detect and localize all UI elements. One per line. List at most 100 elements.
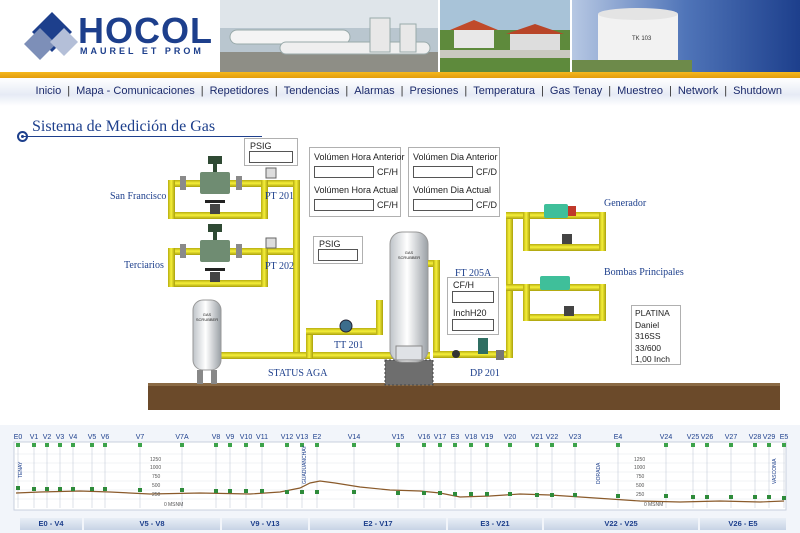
nav-gas-tenay[interactable]: Gas Tenay [550, 85, 602, 97]
station-label-e0[interactable]: E0 [14, 434, 23, 441]
header: HOCOL MAUREL ET PROM TK 103 [0, 0, 800, 72]
volume-day-box: Volúmen Dia Anterior CF/D Volúmen Dia Ac… [408, 147, 500, 217]
station-label-v22[interactable]: V22 [546, 434, 558, 441]
nav-temperatura[interactable]: Temperatura [473, 85, 535, 97]
station-label-v13[interactable]: V13 [296, 434, 308, 441]
station-top-marker [535, 443, 539, 447]
psig-label-1: PSIG [250, 141, 272, 151]
station-label-e4[interactable]: E4 [614, 434, 623, 441]
segment-e2-v17[interactable]: E2 - V17 [310, 518, 446, 530]
nav-repetidores[interactable]: Repetidores [210, 85, 269, 97]
station-top-marker [58, 443, 62, 447]
station-label-v3[interactable]: V3 [56, 434, 65, 441]
station-top-marker [71, 443, 75, 447]
station-label-v28[interactable]: V28 [749, 434, 761, 441]
station-label-v24[interactable]: V24 [660, 434, 672, 441]
scale-right-250: 250 [636, 492, 645, 498]
station-label-v26[interactable]: V26 [701, 434, 713, 441]
nav-inicio[interactable]: Inicio [36, 85, 62, 97]
station-label-v14[interactable]: V14 [348, 434, 360, 441]
label-san-francisco: San Francisco [110, 191, 167, 202]
nav-muestreo[interactable]: Muestreo [617, 85, 663, 97]
station-top-marker [260, 443, 264, 447]
station-label-v29[interactable]: V29 [763, 434, 775, 441]
station-dot [705, 495, 709, 499]
segment-v22-v25[interactable]: V22 - V25 [544, 518, 698, 530]
psig-input-2[interactable] [318, 249, 358, 261]
scale-right-0: 0 [644, 502, 647, 508]
station-label-v21[interactable]: V21 [531, 434, 543, 441]
scale-right-500: 500 [636, 483, 645, 489]
station-label-v18[interactable]: V18 [465, 434, 477, 441]
station-label-v11[interactable]: V11 [256, 434, 268, 441]
nav-network[interactable]: Network [678, 85, 718, 97]
station-top-marker [352, 443, 356, 447]
scale-left-1000: 1000 [150, 465, 161, 471]
vol-dia-anterior-unit: CF/D [476, 167, 497, 177]
station-top-marker [214, 443, 218, 447]
nav-shutdown[interactable]: Shutdown [733, 85, 782, 97]
station-label-v15[interactable]: V15 [392, 434, 404, 441]
nav-presiones[interactable]: Presiones [409, 85, 458, 97]
segment-e0-v4[interactable]: E0 - V4 [20, 518, 82, 530]
psig-input-1[interactable] [249, 151, 293, 163]
station-top-marker [180, 443, 184, 447]
station-label-v16[interactable]: V16 [418, 434, 430, 441]
station-label-e2[interactable]: E2 [313, 434, 322, 441]
station-top-marker [396, 443, 400, 447]
station-top-marker [90, 443, 94, 447]
ft-cfh-input[interactable] [452, 291, 494, 303]
vol-dia-actual-input[interactable] [413, 199, 473, 211]
nav-tendencias[interactable]: Tendencias [284, 85, 340, 97]
station-label-v7[interactable]: V7 [136, 434, 145, 441]
station-label-v2[interactable]: V2 [43, 434, 52, 441]
vol-hora-anterior-input[interactable] [314, 166, 374, 178]
station-label-v17[interactable]: V17 [434, 434, 446, 441]
station-label-v20[interactable]: V20 [504, 434, 516, 441]
segment-e3-v21[interactable]: E3 - V21 [448, 518, 542, 530]
segment-v26-e5[interactable]: V26 - E5 [700, 518, 786, 530]
segment-v5-v8[interactable]: V5 - V8 [84, 518, 220, 530]
station-label-v9[interactable]: V9 [226, 434, 235, 441]
vol-hora-actual-input[interactable] [314, 199, 374, 211]
station-top-marker [729, 443, 733, 447]
station-label-e3[interactable]: E3 [451, 434, 460, 441]
station-dot [469, 492, 473, 496]
station-label-v25[interactable]: V25 [687, 434, 699, 441]
station-label-v10[interactable]: V10 [240, 434, 252, 441]
volume-hour-box: Volúmen Hora Anterior CF/H Volúmen Hora … [309, 147, 405, 217]
station-top-marker [753, 443, 757, 447]
station-label-v6[interactable]: V6 [101, 434, 110, 441]
label-dp201: DP 201 [470, 368, 500, 379]
vol-dia-actual-unit: CF/D [476, 200, 497, 210]
station-label-v19[interactable]: V19 [481, 434, 493, 441]
station-dot [32, 487, 36, 491]
nav-alarmas[interactable]: Alarmas [354, 85, 394, 97]
station-label-v4[interactable]: V4 [69, 434, 78, 441]
station-label-v27[interactable]: V27 [725, 434, 737, 441]
station-label-e5[interactable]: E5 [780, 434, 789, 441]
scale-left-500: 500 [152, 483, 161, 489]
station-label-v12[interactable]: V12 [281, 434, 293, 441]
ft-inch-input[interactable] [452, 319, 494, 331]
vol-dia-anterior-input[interactable] [413, 166, 473, 178]
platina-line2: Daniel [635, 319, 660, 330]
nav-mapa-comunicaciones[interactable]: Mapa - Comunicaciones [76, 85, 195, 97]
segment-v9-v13[interactable]: V9 - V13 [222, 518, 308, 530]
station-top-marker [469, 443, 473, 447]
station-dot [300, 490, 304, 494]
station-dot [16, 486, 20, 490]
station-dot [729, 495, 733, 499]
station-label-v23[interactable]: V23 [569, 434, 581, 441]
station-label-v1[interactable]: V1 [30, 434, 39, 441]
station-top-marker [32, 443, 36, 447]
ft205a-box: CF/H InchH20 [447, 277, 499, 335]
label-pt202: PT 202 [265, 261, 294, 272]
station-dot [45, 487, 49, 491]
ground [148, 383, 780, 410]
station-dot [228, 489, 232, 493]
station-label-v5[interactable]: V5 [88, 434, 97, 441]
station-label-v7a[interactable]: V7A [175, 434, 188, 441]
scale-left-0: 0 [164, 502, 167, 508]
station-label-v8[interactable]: V8 [212, 434, 221, 441]
